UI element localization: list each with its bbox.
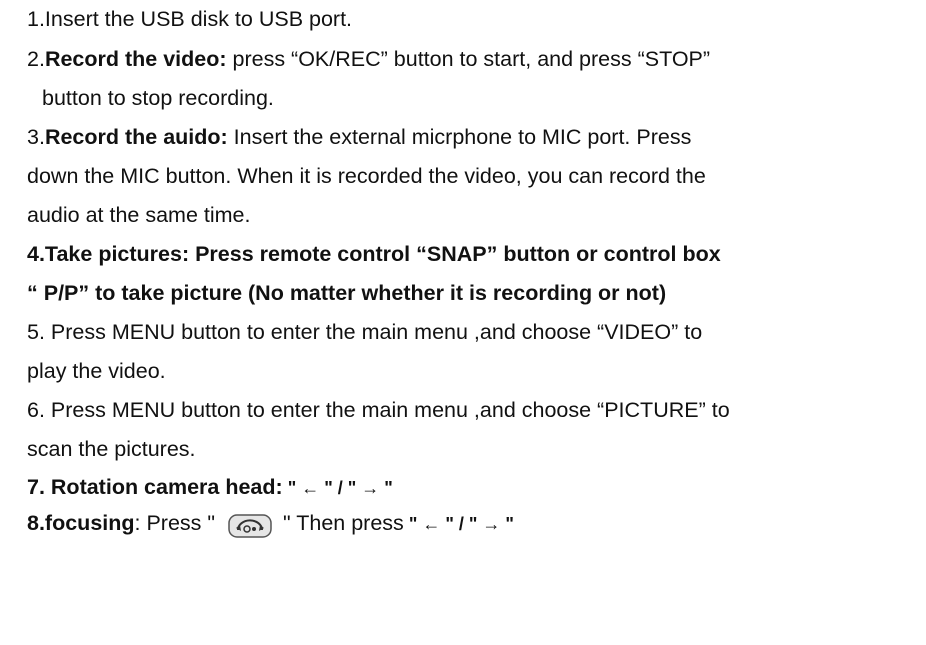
- step-2-number: 2.: [27, 47, 45, 71]
- step-8: 8.focusing: Press " " Then press " ← " /…: [27, 510, 514, 538]
- step-4-text: 4.Take pictures: Press remote control “S…: [27, 242, 721, 266]
- step-6-continuation: scan the pictures.: [27, 436, 196, 462]
- step-8-text-a: : Press ": [134, 511, 216, 535]
- step-6-cont-text: scan the pictures.: [27, 437, 196, 461]
- step-6: 6. Press MENU button to enter the main m…: [27, 397, 730, 423]
- step-3-number: 3.: [27, 125, 45, 149]
- step-4: 4.Take pictures: Press remote control “S…: [27, 241, 721, 267]
- step-1: 1.Insert the USB disk to USB port.: [27, 6, 352, 32]
- step-8-text-b: " Then press: [283, 511, 404, 535]
- step-8-heading: 8.focusing: [27, 511, 135, 535]
- step-3-text: Insert the external micrphone to MIC por…: [227, 125, 692, 149]
- step-2-text: press “OK/REC” button to start, and pres…: [226, 47, 711, 71]
- step-7-heading: 7. Rotation camera head:: [27, 475, 283, 499]
- step-4-continuation: “ P/P” to take picture (No matter whethe…: [27, 280, 666, 306]
- step-1-text: 1.Insert the USB disk to USB port.: [27, 7, 353, 31]
- step-7-arrows: " ← " / " → ": [282, 478, 393, 498]
- step-2-continuation: button to stop recording.: [42, 85, 274, 111]
- step-3-cont1-text: down the MIC button. When it is recorded…: [27, 164, 706, 188]
- step-3-cont2-text: audio at the same time.: [27, 203, 251, 227]
- step-2-cont-text: button to stop recording.: [42, 86, 274, 110]
- step-6-text: 6. Press MENU button to enter the main m…: [27, 398, 730, 422]
- step-3-continuation-2: audio at the same time.: [27, 202, 250, 228]
- step-2-heading: Record the video:: [44, 47, 227, 71]
- instruction-document: 1.Insert the USB disk to USB port. 2.Rec…: [0, 0, 926, 645]
- focus-button-icon: [225, 512, 277, 538]
- step-5-continuation: play the video.: [27, 358, 166, 384]
- step-7: 7. Rotation camera head: " ← " / " → ": [27, 474, 393, 501]
- step-5-text: 5. Press MENU button to enter the main m…: [27, 320, 703, 344]
- step-3-continuation-1: down the MIC button. When it is recorded…: [27, 163, 706, 189]
- step-2: 2.Record the video: press “OK/REC” butto…: [27, 46, 710, 72]
- step-5-cont-text: play the video.: [27, 359, 166, 383]
- step-3: 3.Record the auido: Insert the external …: [27, 124, 691, 150]
- step-3-heading: Record the auido:: [44, 125, 228, 149]
- step-8-arrows: " ← " / " → ": [403, 514, 514, 534]
- step-5: 5. Press MENU button to enter the main m…: [27, 319, 702, 345]
- step-4-cont-text: “ P/P” to take picture (No matter whethe…: [27, 281, 667, 305]
